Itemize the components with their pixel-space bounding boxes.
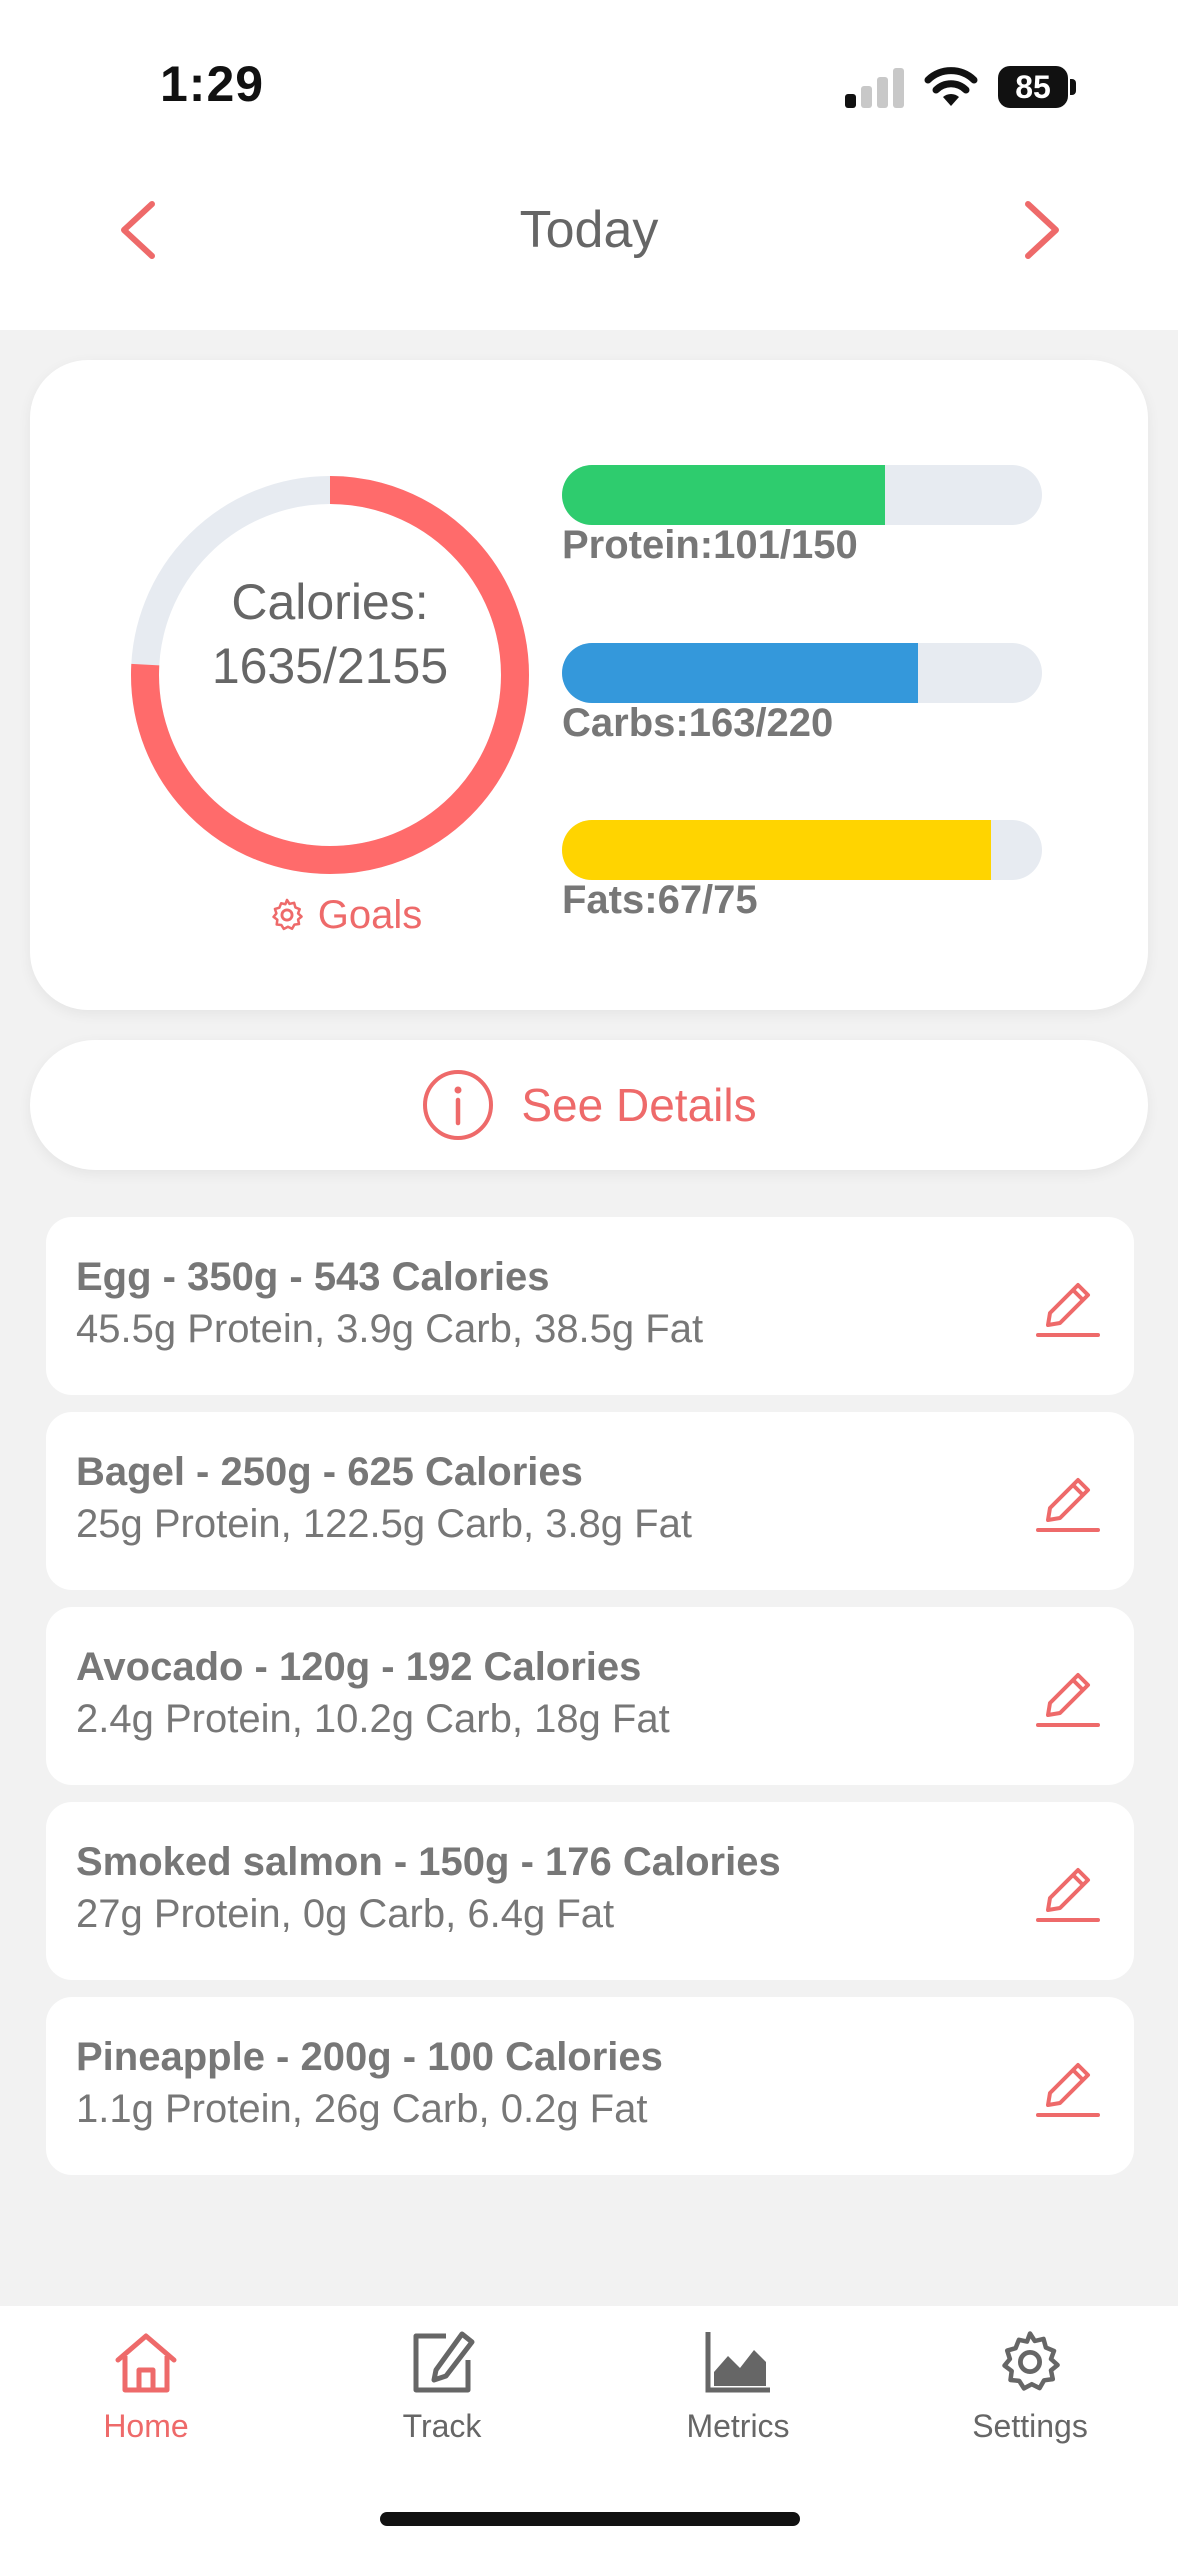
page-title: Today [519, 201, 659, 259]
next-day-chevron-icon[interactable] [1000, 190, 1080, 270]
tab-track[interactable]: Track [342, 2326, 542, 2466]
pencil-edit-icon[interactable] [1032, 2047, 1104, 2119]
gear-icon [1002, 2331, 1060, 2391]
daily-summary-card: Calories: 1635/2155 Goals Protein:101/15… [30, 360, 1148, 1010]
see-details-label: See Details [521, 1079, 757, 1131]
area-chart-icon [705, 2332, 770, 2393]
food-name: Pineapple - 200g - 100 Calories [76, 2035, 663, 2079]
food-macros: 25g Protein, 122.5g Carb, 3.8g Fat [76, 1502, 692, 1546]
status-time: 1:29 [160, 56, 265, 112]
food-name: Avocado - 120g - 192 Calories [76, 1645, 642, 1689]
carbs-label: Carbs:163/220 [562, 701, 834, 745]
see-details-button[interactable]: See Details [30, 1040, 1148, 1170]
food-macros: 27g Protein, 0g Carb, 6.4g Fat [76, 1892, 615, 1936]
food-item[interactable]: Egg - 350g - 543 Calories 45.5g Protein,… [46, 1217, 1134, 1395]
calories-summary: Calories: 1635/2155 [110, 570, 550, 698]
top-header: 1:29 85 Today [0, 0, 1178, 330]
goals-label: Goals [317, 892, 423, 937]
tab-metrics-label: Metrics [686, 2408, 790, 2444]
tab-metrics[interactable]: Metrics [638, 2326, 838, 2466]
battery-icon: 85 [998, 66, 1076, 108]
protein-bar-track [562, 465, 1042, 525]
tab-settings-label: Settings [972, 2408, 1088, 2444]
previous-day-chevron-icon[interactable] [100, 190, 180, 270]
cellular-signal-icon [845, 66, 905, 108]
tab-home[interactable]: Home [46, 2326, 246, 2466]
battery-level: 85 [1015, 69, 1051, 105]
food-name: Egg - 350g - 543 Calories [76, 1255, 550, 1299]
info-icon [423, 1070, 494, 1140]
carbs-bar-track [562, 643, 1042, 703]
gear-icon [272, 898, 303, 931]
food-macros: 2.4g Protein, 10.2g Carb, 18g Fat [76, 1697, 670, 1741]
fats-bar-fill [562, 820, 991, 880]
protein-bar-fill [562, 465, 886, 525]
calories-value: 1635/2155 [211, 638, 449, 694]
food-item[interactable]: Avocado - 120g - 192 Calories 2.4g Prote… [46, 1607, 1134, 1785]
pencil-edit-icon[interactable] [1032, 1462, 1104, 1534]
home-indicator[interactable] [380, 2512, 800, 2526]
food-name: Bagel - 250g - 625 Calories [76, 1450, 583, 1494]
food-item[interactable]: Pineapple - 200g - 100 Calories 1.1g Pro… [46, 1997, 1134, 2175]
food-macros: 45.5g Protein, 3.9g Carb, 38.5g Fat [76, 1307, 704, 1351]
wifi-icon [924, 67, 978, 106]
calories-label: Calories: [231, 574, 429, 630]
food-item[interactable]: Bagel - 250g - 625 Calories 25g Protein,… [46, 1412, 1134, 1590]
edit-square-icon [413, 2331, 475, 2393]
pencil-edit-icon[interactable] [1032, 1852, 1104, 1924]
fats-bar-track [562, 820, 1042, 880]
tab-home-label: Home [103, 2408, 189, 2444]
food-name: Smoked salmon - 150g - 176 Calories [76, 1840, 781, 1884]
food-item[interactable]: Smoked salmon - 150g - 176 Calories 27g … [46, 1802, 1134, 1980]
tab-track-label: Track [402, 2408, 482, 2444]
pencil-edit-icon[interactable] [1032, 1267, 1104, 1339]
food-macros: 1.1g Protein, 26g Carb, 0.2g Fat [76, 2087, 648, 2131]
pencil-edit-icon[interactable] [1032, 1657, 1104, 1729]
fats-label: Fats:67/75 [562, 878, 758, 922]
goals-button[interactable]: Goals [230, 880, 460, 950]
home-icon [115, 2333, 177, 2393]
tab-settings[interactable]: Settings [930, 2326, 1130, 2466]
carbs-bar-fill [562, 643, 918, 703]
protein-label: Protein:101/150 [562, 523, 858, 567]
